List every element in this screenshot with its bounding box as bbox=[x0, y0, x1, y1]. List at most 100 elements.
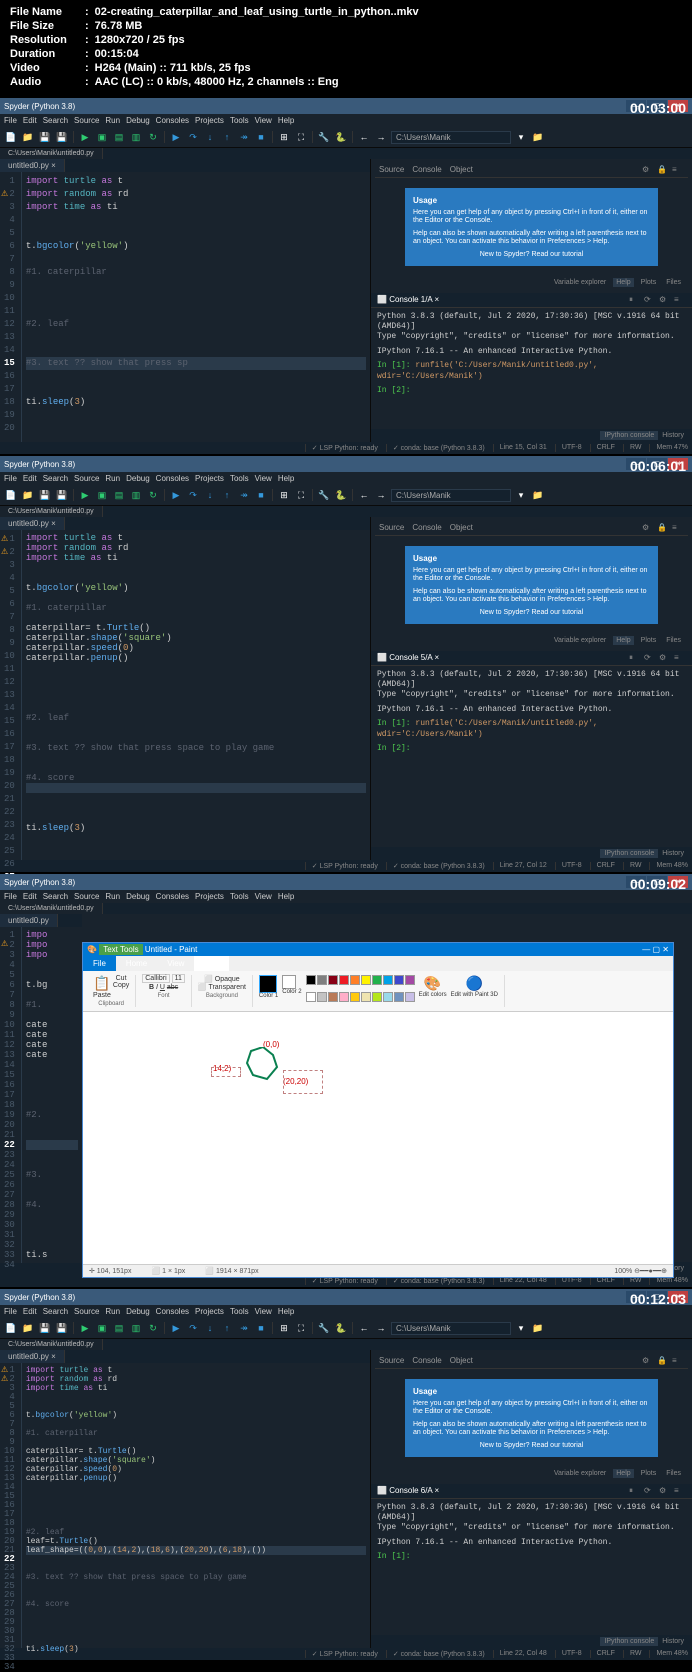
save-all-icon[interactable]: 💾 bbox=[55, 488, 69, 502]
lock-icon[interactable]: 🔒 bbox=[657, 1356, 669, 1366]
paint-file-tab[interactable]: File bbox=[83, 956, 116, 971]
step-over-icon[interactable]: ↷ bbox=[186, 130, 200, 144]
window-titlebar[interactable]: Spyder (Python 3.8) — ▢ ✕ bbox=[0, 98, 692, 114]
close-tab-icon[interactable]: × bbox=[51, 519, 56, 528]
text-selection-box[interactable] bbox=[211, 1067, 241, 1077]
menu-help[interactable]: Help bbox=[278, 116, 294, 125]
console-output[interactable]: Python 3.8.3 (default, Jul 2 2020, 17:30… bbox=[371, 1499, 692, 1567]
help-source-tab[interactable]: Source bbox=[379, 165, 404, 174]
console-gear-icon[interactable]: ⚙ bbox=[659, 295, 671, 305]
menu-run[interactable]: Run bbox=[105, 116, 120, 125]
open-icon[interactable]: 📁 bbox=[21, 130, 35, 144]
menu-debug[interactable]: Debug bbox=[126, 116, 150, 125]
code-editor[interactable]: 1⚠23456789101112131415161718192021222324… bbox=[0, 927, 82, 1263]
python-path-icon[interactable]: 🐍 bbox=[334, 130, 348, 144]
run-cell-advance-icon[interactable]: ▤ bbox=[112, 130, 126, 144]
code-content[interactable]: import turtle as t import random as rd i… bbox=[22, 530, 370, 860]
color1-swatch[interactable] bbox=[259, 975, 277, 993]
cut-button[interactable]: Cut bbox=[113, 975, 129, 982]
menu-search[interactable]: Search bbox=[43, 116, 68, 125]
paint-home-tab[interactable]: Home bbox=[116, 956, 157, 971]
edit-3d-icon[interactable]: 🔵 bbox=[451, 975, 498, 992]
lock-icon[interactable]: 🔒 bbox=[657, 523, 669, 533]
color-palette[interactable] bbox=[306, 975, 415, 1007]
save-icon[interactable]: 💾 bbox=[38, 130, 52, 144]
files-tab[interactable]: Files bbox=[663, 278, 684, 287]
run-cell-advance-icon[interactable]: ▤ bbox=[112, 1321, 126, 1335]
editor-tab[interactable]: untitled0.py × bbox=[0, 1350, 65, 1363]
save-all-icon[interactable]: 💾 bbox=[55, 1321, 69, 1335]
interrupt-icon[interactable]: ⏸ bbox=[629, 1486, 641, 1496]
font-size-select[interactable]: 11 bbox=[172, 974, 185, 983]
open-icon[interactable]: 📁 bbox=[21, 1321, 35, 1335]
step-over-icon[interactable]: ↷ bbox=[186, 1321, 200, 1335]
continue-icon[interactable]: ↠ bbox=[237, 488, 251, 502]
run-cell-icon[interactable]: ▣ bbox=[95, 130, 109, 144]
help-subtab[interactable]: Help bbox=[613, 278, 633, 287]
up-dir-icon[interactable]: 📁 bbox=[531, 488, 545, 502]
console-output[interactable]: Python 3.8.3 (default, Jul 2 2020, 17:30… bbox=[371, 308, 692, 401]
preferences-icon[interactable]: 🔧 bbox=[317, 130, 331, 144]
opaque-radio[interactable]: ⬜ bbox=[204, 976, 215, 983]
paste-icon[interactable]: 📋 bbox=[93, 975, 111, 992]
plots-tab[interactable]: Plots bbox=[638, 278, 660, 287]
console-tab-label[interactable]: ⬜ Console 1/A × bbox=[377, 295, 439, 305]
console-menu-icon[interactable]: ≡ bbox=[674, 295, 686, 305]
color2-swatch[interactable] bbox=[282, 975, 296, 989]
console-gear-icon[interactable]: ⚙ bbox=[659, 653, 671, 663]
save-icon[interactable]: 💾 bbox=[38, 1321, 52, 1335]
console-menu-icon[interactable]: ≡ bbox=[674, 653, 686, 663]
var-explorer-tab[interactable]: Variable explorer bbox=[551, 278, 609, 287]
console-output[interactable]: Python 3.8.3 (default, Jul 2 2020, 17:30… bbox=[371, 666, 692, 759]
console-tab-label[interactable]: ⬜ Console 5/A × bbox=[377, 653, 439, 663]
bold-button[interactable]: B bbox=[149, 984, 154, 991]
menu-edit[interactable]: Edit bbox=[23, 116, 37, 125]
menu-icon[interactable]: ≡ bbox=[672, 523, 684, 533]
python-path-icon[interactable]: 🐍 bbox=[334, 1321, 348, 1335]
step-over-icon[interactable]: ↷ bbox=[186, 488, 200, 502]
rerun-icon[interactable]: ↻ bbox=[146, 1321, 160, 1335]
paint-minimize-button[interactable]: — bbox=[642, 945, 650, 954]
text-selection-box[interactable] bbox=[283, 1070, 323, 1094]
maximize-pane-icon[interactable]: ⊞ bbox=[277, 488, 291, 502]
gear-icon[interactable]: ⚙ bbox=[642, 523, 654, 533]
edit-colors-icon[interactable]: 🎨 bbox=[419, 975, 447, 992]
step-in-icon[interactable]: ↓ bbox=[203, 130, 217, 144]
continue-icon[interactable]: ↠ bbox=[237, 130, 251, 144]
step-in-icon[interactable]: ↓ bbox=[203, 488, 217, 502]
new-file-icon[interactable]: 📄 bbox=[4, 1321, 18, 1335]
paint-maximize-button[interactable]: ▢ bbox=[653, 945, 661, 954]
paint-window[interactable]: 🎨 Text Tools Untitled - Paint— ▢ ✕ FileH… bbox=[82, 942, 674, 1278]
menu-icon[interactable]: ≡ bbox=[672, 1356, 684, 1366]
gear-icon[interactable]: ⚙ bbox=[642, 165, 654, 175]
paint-close-button[interactable]: ✕ bbox=[662, 945, 669, 954]
debug-icon[interactable]: ▶ bbox=[169, 488, 183, 502]
help-object-tab[interactable]: Object bbox=[450, 165, 473, 174]
run-selection-icon[interactable]: ▥ bbox=[129, 130, 143, 144]
menu-source[interactable]: Source bbox=[74, 116, 99, 125]
restart-icon[interactable]: ⟳ bbox=[644, 295, 656, 305]
fullscreen-icon[interactable]: ⛶ bbox=[294, 488, 308, 502]
stop-icon[interactable]: ■ bbox=[254, 488, 268, 502]
working-dir-input[interactable] bbox=[391, 489, 511, 502]
step-out-icon[interactable]: ↑ bbox=[220, 488, 234, 502]
code-content[interactable]: impoimpoimpot.bg#1.catecatecatecate#2.#3… bbox=[22, 927, 82, 1263]
ipython-tab[interactable]: IPython console bbox=[600, 431, 658, 440]
working-dir-input[interactable] bbox=[391, 1322, 511, 1335]
transparent-radio[interactable]: ⬜ bbox=[198, 984, 209, 991]
run-selection-icon[interactable]: ▥ bbox=[129, 1321, 143, 1335]
window-titlebar[interactable]: Spyder (Python 3.8)—▢✕ bbox=[0, 874, 692, 890]
window-titlebar[interactable]: Spyder (Python 3.8)—▢✕ bbox=[0, 456, 692, 472]
paint-view-tab[interactable]: View bbox=[157, 956, 194, 971]
paint-titlebar[interactable]: 🎨 Text Tools Untitled - Paint— ▢ ✕ bbox=[83, 943, 673, 956]
editor-tab[interactable]: untitled0.py × bbox=[0, 517, 65, 530]
copy-button[interactable]: Copy bbox=[113, 982, 129, 989]
code-content[interactable]: import turtle as t import random as rd i… bbox=[22, 1363, 370, 1648]
new-file-icon[interactable]: 📄 bbox=[4, 488, 18, 502]
stop-icon[interactable]: ■ bbox=[254, 130, 268, 144]
browse-icon[interactable]: ▾ bbox=[514, 488, 528, 502]
browse-icon[interactable]: ▾ bbox=[514, 1321, 528, 1335]
run-icon[interactable]: ▶ bbox=[78, 488, 92, 502]
run-icon[interactable]: ▶ bbox=[78, 130, 92, 144]
run-cell-icon[interactable]: ▣ bbox=[95, 488, 109, 502]
